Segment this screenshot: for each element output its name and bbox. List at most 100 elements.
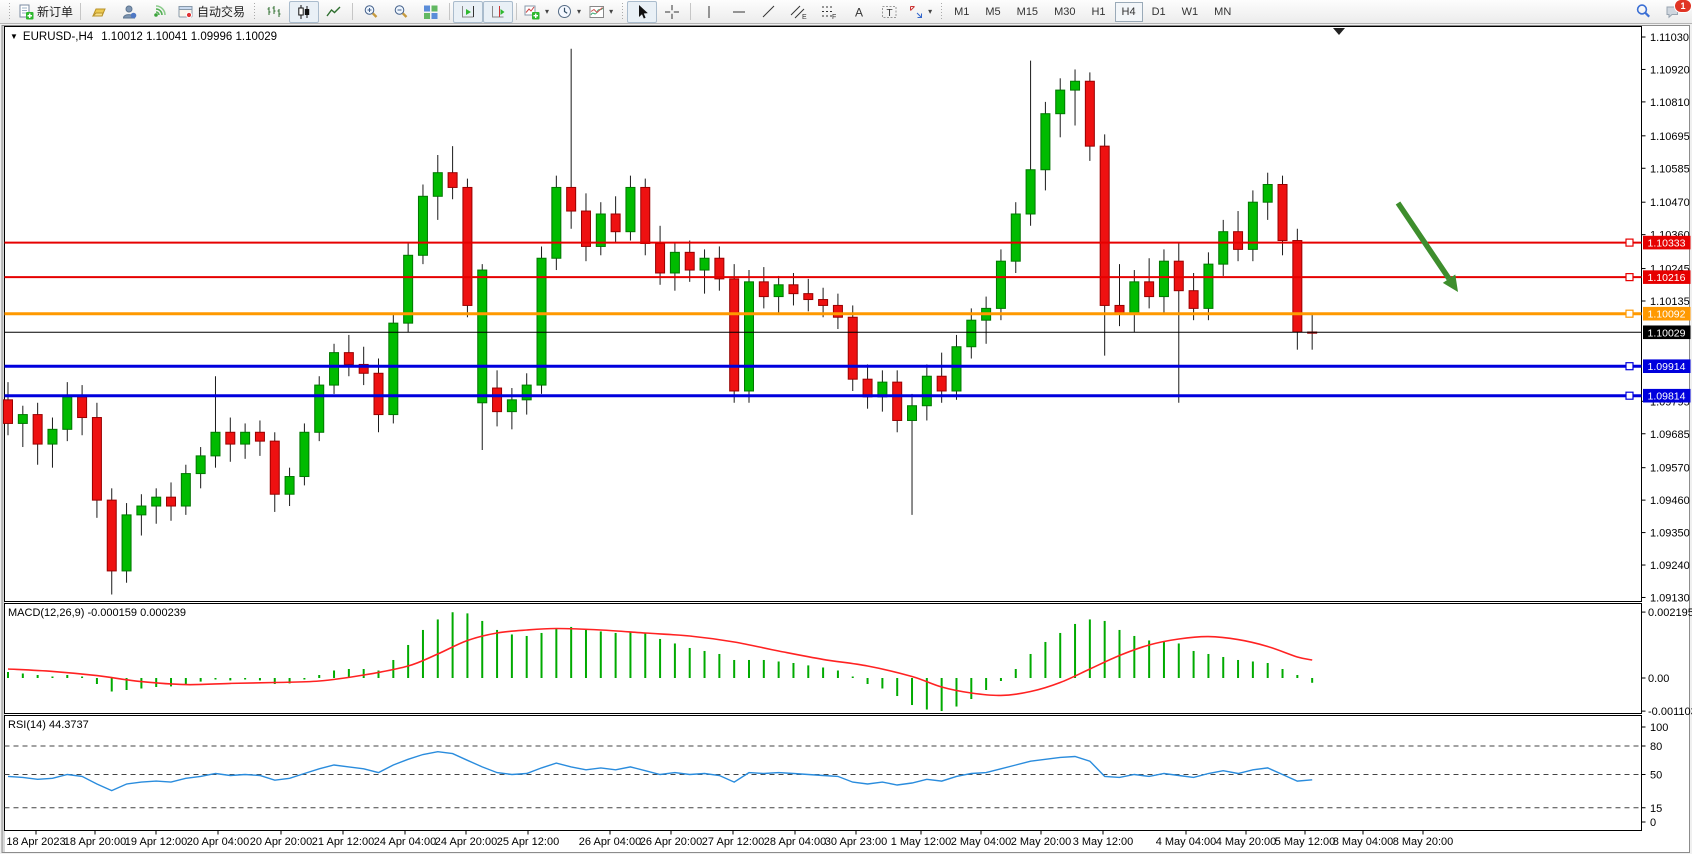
indicators-icon — [524, 4, 541, 20]
arrows-dropdown-caret[interactable]: ▾ — [928, 7, 932, 16]
time-axis-label: 18 Apr 20:00 — [64, 836, 126, 848]
vertical-line-tool[interactable] — [694, 1, 724, 23]
cursor-button[interactable] — [627, 1, 657, 23]
price-line-handle[interactable] — [1626, 274, 1633, 281]
toolbar-separator — [690, 3, 691, 20]
indicators-button[interactable]: ▾ — [520, 1, 553, 23]
macd-indicator-label: MACD(12,26,9) -0.000159 0.000239 — [8, 607, 186, 619]
toolbar-grip[interactable] — [620, 3, 624, 20]
community-button[interactable] — [114, 1, 144, 23]
time-axis-label: 8 May 04:00 — [1333, 836, 1394, 848]
time-axis-label: 18 Apr 2023 — [6, 836, 65, 848]
macd-tick-label: 0.00 — [1648, 673, 1669, 685]
market-depth-icon — [91, 4, 107, 20]
price-line-handle[interactable] — [1626, 239, 1633, 246]
periods-button[interactable]: ▾ — [553, 1, 585, 23]
toolbar-grip[interactable] — [939, 3, 943, 20]
chart-ohlc-values: 1.10012 1.10041 1.09996 1.10029 — [101, 31, 277, 43]
one-click-trading-arrow[interactable]: ▼ — [10, 32, 18, 41]
time-axis-label: 20 Apr 04:00 — [187, 836, 249, 848]
crosshair-icon — [664, 4, 680, 20]
price-line-handle[interactable] — [1626, 363, 1633, 370]
price-tick-label: 1.10810 — [1650, 97, 1690, 109]
tile-windows-button[interactable] — [416, 1, 446, 23]
signals-button[interactable] — [144, 1, 174, 23]
main-toolbar: 新订单 自动交易 ▾ ▾ — [0, 0, 1692, 24]
templates-dropdown-caret[interactable]: ▾ — [609, 7, 613, 16]
notifications-button[interactable]: 1 — [1658, 1, 1688, 23]
price-line-handle[interactable] — [1626, 392, 1633, 399]
chart-canvas[interactable]: 1.110301.109201.108101.106951.105851.104… — [0, 0, 1692, 854]
price-badge-label: 1.10029 — [1648, 327, 1686, 339]
text-label-icon: T — [881, 4, 898, 20]
crosshair-button[interactable] — [657, 1, 687, 23]
price-badge-label: 1.09814 — [1648, 391, 1686, 403]
template-icon — [589, 4, 605, 20]
rsi-tick-label: 80 — [1650, 741, 1662, 753]
price-tick-label: 1.10695 — [1650, 131, 1690, 143]
time-axis-label: 28 Apr 04:00 — [764, 836, 826, 848]
price-line-handle[interactable] — [1626, 310, 1633, 317]
price-tick-label: 1.09240 — [1650, 560, 1690, 572]
timeframe-button-m15[interactable]: M15 — [1010, 2, 1045, 22]
clock-icon — [557, 4, 573, 20]
chart-title: ▼EURUSD-,H41.10012 1.10041 1.09996 1.100… — [10, 31, 277, 43]
auto-scroll-button[interactable] — [453, 1, 483, 23]
svg-text:A: A — [855, 5, 863, 19]
new-order-icon — [18, 4, 34, 20]
time-axis-label: 4 May 04:00 — [1156, 836, 1217, 848]
timeframe-button-m5[interactable]: M5 — [978, 2, 1007, 22]
timeframe-button-h1[interactable]: H1 — [1084, 2, 1112, 22]
svg-text:T: T — [886, 8, 892, 19]
timeframe-button-d1[interactable]: D1 — [1145, 2, 1173, 22]
macd-tick-label: -0.001103 — [1648, 706, 1692, 718]
time-axis-label: 24 Apr 20:00 — [435, 836, 497, 848]
search-button[interactable] — [1628, 1, 1658, 23]
timeframe-button-m1[interactable]: M1 — [947, 2, 976, 22]
zoom-in-button[interactable] — [356, 1, 386, 23]
auto-trading-button[interactable]: 自动交易 — [174, 1, 249, 23]
candlestick-chart-icon — [296, 4, 312, 20]
price-badge-label: 1.10092 — [1648, 309, 1686, 321]
new-order-button[interactable]: 新订单 — [14, 1, 77, 23]
arrows-tool[interactable]: ▾ — [904, 1, 936, 23]
horizontal-line-tool[interactable] — [724, 1, 754, 23]
timeframe-button-mn[interactable]: MN — [1207, 2, 1238, 22]
time-axis-label: 26 Apr 04:00 — [579, 836, 641, 848]
market-depth-button[interactable] — [84, 1, 114, 23]
zoom-out-button[interactable] — [386, 1, 416, 23]
timeframe-button-w1[interactable]: W1 — [1175, 2, 1206, 22]
toolbar-right-cluster: 1 — [1628, 1, 1688, 23]
zoom-out-icon — [393, 4, 409, 20]
chart-shift-button[interactable] — [483, 1, 513, 23]
indicators-dropdown-caret[interactable]: ▾ — [545, 7, 549, 16]
chart-shift-icon — [490, 4, 506, 20]
signal-icon — [151, 4, 167, 20]
trendline-tool[interactable] — [754, 1, 784, 23]
toolbar-separator — [80, 3, 81, 20]
equidistant-channel-tool[interactable]: E — [784, 1, 814, 23]
line-chart-button[interactable] — [319, 1, 349, 23]
toolbar-grip[interactable] — [7, 3, 11, 20]
new-order-label: 新订单 — [37, 3, 73, 20]
text-tool[interactable]: A — [844, 1, 874, 23]
text-label-tool[interactable]: T — [874, 1, 904, 23]
time-axis-label: 3 May 12:00 — [1073, 836, 1134, 848]
fibonacci-tool[interactable]: F — [814, 1, 844, 23]
candlestick-chart-button[interactable] — [289, 1, 319, 23]
timeframe-button-m30[interactable]: M30 — [1047, 2, 1082, 22]
timeframe-button-h4[interactable]: H4 — [1115, 2, 1143, 22]
time-axis-label: 8 May 20:00 — [1393, 836, 1454, 848]
time-axis-label: 5 May 12:00 — [1275, 836, 1336, 848]
arrows-icon — [908, 4, 924, 20]
macd-tick-label: 0.002195 — [1648, 607, 1692, 619]
price-tick-label: 1.11030 — [1650, 32, 1689, 44]
toolbar-separator — [449, 3, 450, 20]
toolbar-grip[interactable] — [252, 3, 256, 20]
templates-button[interactable]: ▾ — [585, 1, 617, 23]
price-tick-label: 1.10585 — [1650, 163, 1690, 175]
bar-chart-button[interactable] — [259, 1, 289, 23]
svg-text:E: E — [802, 14, 807, 20]
periods-dropdown-caret[interactable]: ▾ — [577, 7, 581, 16]
line-chart-icon — [326, 4, 342, 20]
